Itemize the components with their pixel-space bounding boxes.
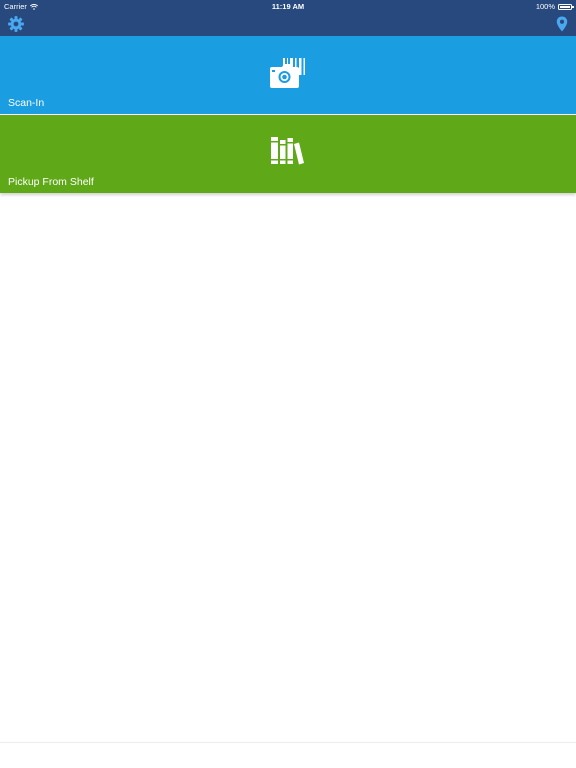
pickup-from-shelf-label: Pickup From Shelf	[8, 176, 94, 188]
battery-cap	[572, 5, 574, 8]
pickup-from-shelf-tile[interactable]: Pickup From Shelf	[0, 115, 576, 193]
battery-icon	[558, 3, 574, 10]
location-pin-icon[interactable]	[553, 15, 571, 33]
scan-in-tile[interactable]: Scan-In	[0, 36, 576, 114]
status-bar: Carrier 11:19 AM 100%	[0, 0, 576, 12]
nav-bar	[0, 12, 576, 36]
status-right: 100%	[535, 2, 574, 11]
camera-barcode-icon	[270, 58, 305, 88]
bottom-divider	[0, 742, 576, 743]
books-icon	[271, 137, 304, 165]
app-screen: Carrier 11:19 AM 100% Scan-In Pickup Fro…	[0, 0, 576, 768]
gear-icon[interactable]	[7, 15, 25, 33]
battery-fill	[560, 5, 570, 8]
scan-in-label: Scan-In	[8, 97, 45, 109]
battery-percent: 100%	[535, 2, 555, 11]
status-time: 11:19 AM	[271, 2, 305, 11]
